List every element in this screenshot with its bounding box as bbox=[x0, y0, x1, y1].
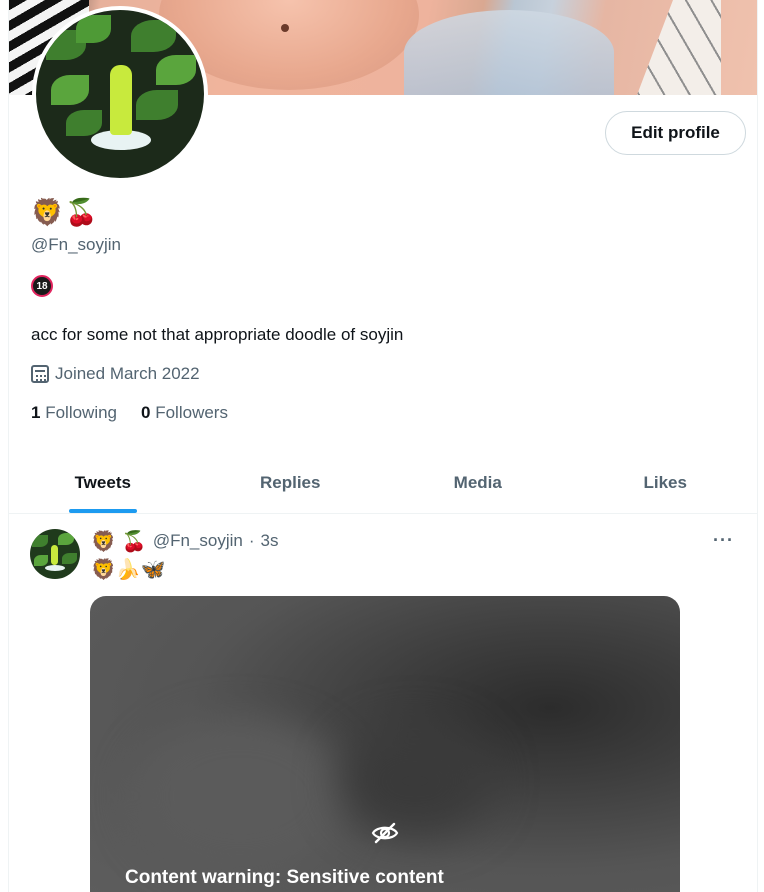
profile-tabs: Tweets Replies Media Likes bbox=[9, 452, 758, 514]
joined-text: Joined March 2022 bbox=[55, 364, 200, 383]
cherries-emoji: 🍒 bbox=[65, 198, 98, 228]
profile-avatar[interactable] bbox=[32, 6, 208, 182]
tweet-header: 🦁 🍒 @Fn_soyjin · 3s bbox=[91, 529, 278, 553]
edit-profile-button[interactable]: Edit profile bbox=[605, 111, 746, 155]
banner-blue-area bbox=[404, 10, 614, 95]
follow-stats: 1 Following 0 Followers bbox=[31, 403, 228, 423]
content-warning-text: Content warning: Sensitive content bbox=[125, 867, 444, 888]
joined-date: Joined March 2022 bbox=[31, 364, 200, 384]
profile-handle: @Fn_soyjin bbox=[31, 235, 122, 254]
following-link[interactable]: 1 Following bbox=[31, 403, 117, 423]
tab-media[interactable]: Media bbox=[384, 452, 572, 513]
calendar-icon bbox=[31, 365, 49, 383]
tab-replies[interactable]: Replies bbox=[197, 452, 385, 513]
banner-mole bbox=[281, 24, 289, 32]
profile-page: Edit profile 🦁 🍒 @Fn_soyjin 18 acc for s… bbox=[8, 0, 758, 892]
sensitive-media[interactable]: Content warning: Sensitive content bbox=[90, 596, 680, 892]
profile-bio: acc for some not that appropriate doodle… bbox=[31, 325, 404, 344]
tweet-handle[interactable]: @Fn_soyjin bbox=[153, 531, 243, 551]
lion-emoji: 🦁 bbox=[91, 529, 116, 553]
tweet-text: 🦁🍌🦋 bbox=[91, 557, 166, 581]
avatar-figure bbox=[110, 65, 132, 135]
followers-link[interactable]: 0 Followers bbox=[141, 403, 228, 423]
lion-emoji: 🦁 bbox=[31, 198, 64, 228]
adult-badge-icon: 18 bbox=[31, 275, 53, 297]
tab-tweets[interactable]: Tweets bbox=[9, 452, 197, 513]
tweet-avatar[interactable] bbox=[30, 529, 80, 579]
tweet-separator: · bbox=[248, 531, 255, 550]
cherries-emoji: 🍒 bbox=[121, 529, 147, 553]
more-options-icon[interactable]: ··· bbox=[713, 530, 734, 551]
display-name: 🦁 🍒 bbox=[31, 198, 98, 228]
eye-off-icon bbox=[371, 822, 399, 844]
tab-likes[interactable]: Likes bbox=[572, 452, 758, 513]
tweet-time[interactable]: 3s bbox=[261, 531, 279, 551]
banner-pattern bbox=[637, 0, 721, 95]
active-tab-indicator bbox=[68, 509, 137, 513]
